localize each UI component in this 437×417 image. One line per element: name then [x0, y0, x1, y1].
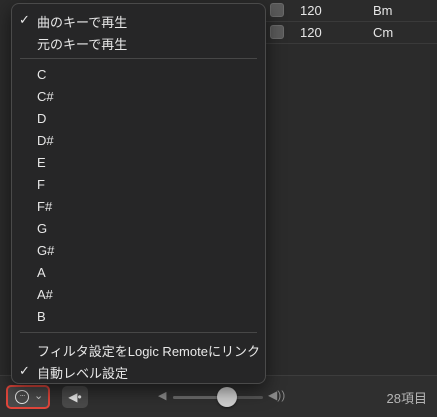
- menu-separator: [20, 58, 257, 59]
- menu-item-label: A#: [37, 287, 53, 302]
- menu-item-auto-level[interactable]: ✓ 自動レベル設定: [12, 360, 265, 382]
- menu-item-label: E: [37, 155, 46, 170]
- more-options-button[interactable]: ··· ⌄: [6, 385, 50, 409]
- tempo-cell: 120: [300, 3, 322, 18]
- menu-item-label: D: [37, 111, 47, 126]
- menu-item-label: 曲のキーで再生: [37, 15, 128, 30]
- menu-item-key-g[interactable]: G: [12, 218, 265, 240]
- checkmark-icon: ✓: [19, 363, 30, 378]
- menu-item-label: D#: [37, 133, 54, 148]
- item-count: 28項目: [386, 391, 427, 406]
- menu-item-play-song-key[interactable]: ✓ 曲のキーで再生: [12, 9, 265, 31]
- menu-item-key-b[interactable]: B: [12, 306, 265, 328]
- ellipsis-circle-icon: ···: [15, 390, 29, 404]
- tempo-cell: 120: [300, 25, 322, 40]
- menu-item-play-original-key[interactable]: 元のキーで再生: [12, 31, 265, 53]
- speaker-high-icon: ◀)): [268, 388, 286, 402]
- menu-item-key-c-sharp[interactable]: C#: [12, 86, 265, 108]
- menu-item-key-f-sharp[interactable]: F#: [12, 196, 265, 218]
- volume-slider-thumb[interactable]: [217, 387, 237, 407]
- checkmark-icon: ✓: [19, 12, 30, 27]
- menu-item-label: 元のキーで再生: [37, 37, 128, 52]
- menu-item-label: F: [37, 177, 45, 192]
- menu-item-key-c[interactable]: C: [12, 64, 265, 86]
- menu-item-label: F#: [37, 199, 53, 214]
- menu-item-key-d-sharp[interactable]: D#: [12, 130, 265, 152]
- chevron-down-icon: ⌄: [34, 390, 44, 402]
- menu-item-key-d[interactable]: D: [12, 108, 265, 130]
- menu-item-label: フィルタ設定をLogic Remoteにリンク: [37, 344, 260, 359]
- key-cell: Cm: [373, 25, 394, 40]
- menu-item-label: C#: [37, 89, 54, 104]
- menu-item-label: G#: [37, 243, 55, 258]
- menu-item-label: C: [37, 67, 47, 82]
- menu-item-link-filter-logic-remote[interactable]: フィルタ設定をLogic Remoteにリンク: [12, 338, 265, 360]
- menu-item-key-a-sharp[interactable]: A#: [12, 284, 265, 306]
- menu-item-key-a[interactable]: A: [12, 262, 265, 284]
- menu-item-key-f[interactable]: F: [12, 174, 265, 196]
- menu-item-label: B: [37, 309, 46, 324]
- preview-volume-button[interactable]: ◀•: [62, 386, 88, 408]
- row-checkbox[interactable]: [270, 3, 284, 17]
- menu-item-label: A: [37, 265, 46, 280]
- speaker-low-icon: ◀: [158, 390, 167, 402]
- more-options-menu: ✓ 曲のキーで再生 元のキーで再生 C C# D D# E F F# G G# …: [11, 3, 266, 384]
- menu-separator: [20, 332, 257, 333]
- row-checkbox[interactable]: [270, 25, 284, 39]
- key-cell: Bm: [373, 3, 393, 18]
- menu-item-key-e[interactable]: E: [12, 152, 265, 174]
- menu-item-label: G: [37, 221, 48, 236]
- menu-item-label: 自動レベル設定: [37, 366, 129, 381]
- row-divider: [265, 43, 437, 44]
- menu-item-key-g-sharp[interactable]: G#: [12, 240, 265, 262]
